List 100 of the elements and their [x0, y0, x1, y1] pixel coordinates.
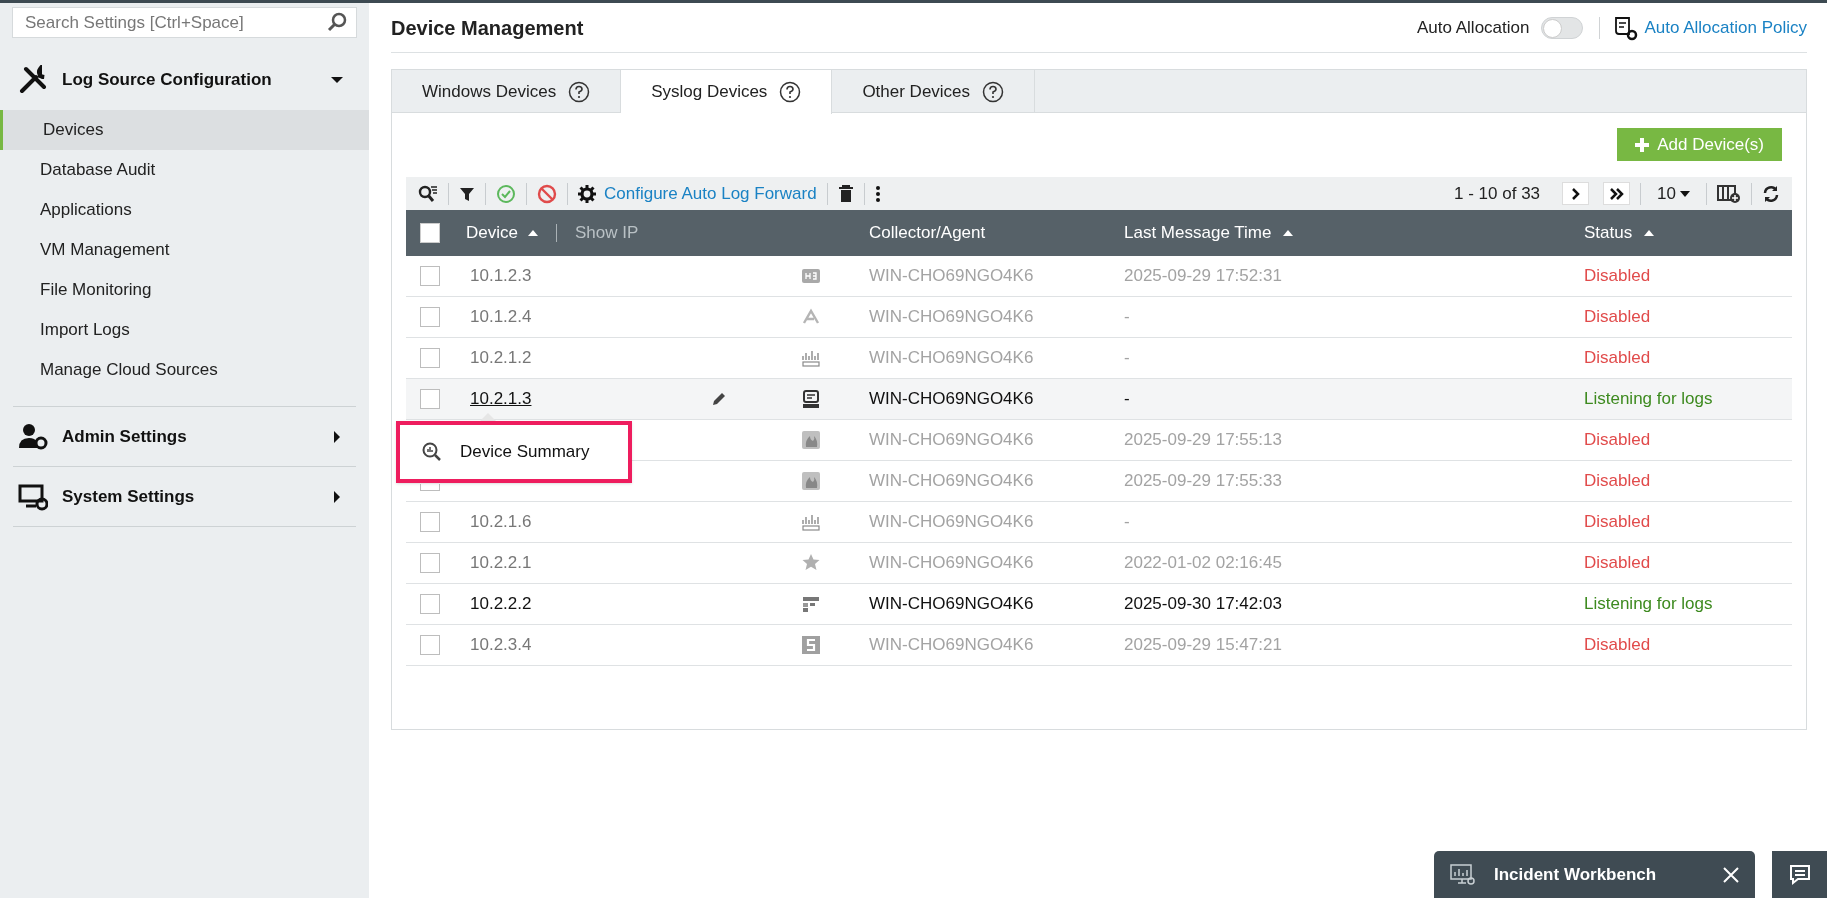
- vendor-logo-icon: [801, 389, 821, 409]
- block-icon[interactable]: [537, 183, 557, 204]
- user-gear-icon: [18, 421, 48, 452]
- device-link[interactable]: 10.1.2.4: [470, 307, 532, 327]
- check-circle-icon[interactable]: [496, 183, 516, 204]
- monitor-chart-icon: [1450, 862, 1476, 887]
- row-checkbox[interactable]: [420, 307, 440, 327]
- gear-icon: [578, 184, 596, 203]
- auto-allocation-policy-link[interactable]: Auto Allocation Policy: [1612, 14, 1807, 41]
- row-checkbox[interactable]: [420, 635, 440, 655]
- collector-cell: WIN-CHO69NGO4K6: [869, 266, 1034, 286]
- auto-allocation-label: Auto Allocation: [1417, 16, 1530, 39]
- more-icon[interactable]: [874, 184, 881, 203]
- last-message-cell: 2022-01-02 02:16:45: [1124, 553, 1282, 573]
- chevron-right-icon: [1570, 187, 1581, 200]
- vendor-logo-icon: [801, 512, 821, 532]
- collector-cell: WIN-CHO69NGO4K6: [869, 512, 1034, 532]
- device-link[interactable]: 10.2.2.2: [470, 594, 532, 614]
- chat-icon: [1787, 862, 1812, 887]
- sort-up-icon: [1283, 230, 1294, 236]
- page-title: Device Management: [391, 15, 585, 41]
- device-column-header[interactable]: Device: [466, 220, 538, 246]
- sidebar-item[interactable]: Manage Cloud Sources: [0, 350, 369, 390]
- collector-cell: WIN-CHO69NGO4K6: [869, 635, 1034, 655]
- filter-icon[interactable]: [459, 185, 475, 202]
- status-cell: Disabled: [1584, 266, 1651, 286]
- status-cell: Disabled: [1584, 512, 1651, 532]
- sidebar-section-header[interactable]: System Settings: [13, 466, 356, 526]
- last-message-cell: -: [1124, 389, 1130, 409]
- magnifier-chart-icon: [422, 442, 442, 462]
- vendor-logo-icon: [801, 266, 821, 286]
- pagination-range: 1 - 10 of 33: [1454, 182, 1541, 205]
- device-link[interactable]: 10.2.3.4: [470, 635, 532, 655]
- page-size-dropdown[interactable]: 10: [1651, 180, 1696, 207]
- auto-allocation-toggle[interactable]: [1541, 16, 1584, 39]
- sort-up-icon: [527, 230, 538, 236]
- pencil-icon[interactable]: [711, 391, 727, 407]
- close-icon[interactable]: [1723, 866, 1739, 883]
- last-message-cell: 2025-09-29 15:47:21: [1124, 635, 1282, 655]
- caret-down-icon: [1680, 190, 1690, 197]
- sidebar-item[interactable]: Devices: [0, 110, 369, 150]
- column-header[interactable]: Status: [1584, 220, 1655, 246]
- search-field[interactable]: Search Settings [Ctrl+Space]: [12, 7, 357, 38]
- vendor-logo-icon: [801, 348, 821, 368]
- status-cell: Disabled: [1584, 430, 1651, 450]
- status-cell: Disabled: [1584, 635, 1651, 655]
- vendor-logo-icon: [801, 471, 821, 491]
- status-cell: Disabled: [1584, 307, 1651, 327]
- help-icon: [982, 80, 1005, 103]
- device-link[interactable]: 10.2.1.3: [470, 389, 532, 409]
- collector-cell: WIN-CHO69NGO4K6: [869, 430, 1034, 450]
- sidebar-section-header[interactable]: Log Source Configuration: [0, 50, 369, 110]
- configure-auto-log-forward-link[interactable]: Configure Auto Log Forward: [578, 180, 817, 207]
- row-checkbox[interactable]: [420, 594, 440, 614]
- status-cell: Listening for logs: [1584, 594, 1713, 614]
- collector-cell: WIN-CHO69NGO4K6: [869, 348, 1034, 368]
- device-link[interactable]: 10.2.2.1: [470, 553, 532, 573]
- row-checkbox[interactable]: [420, 389, 440, 409]
- chat-button[interactable]: [1772, 851, 1827, 898]
- status-cell: Disabled: [1584, 553, 1651, 573]
- trash-icon[interactable]: [837, 184, 854, 203]
- device-link[interactable]: 10.2.1.6: [470, 512, 532, 532]
- row-checkbox[interactable]: [420, 266, 440, 286]
- collector-cell: WIN-CHO69NGO4K6: [869, 307, 1034, 327]
- device-link[interactable]: 10.1.2.3: [470, 266, 532, 286]
- last-page-button[interactable]: [1603, 182, 1631, 205]
- column-header[interactable]: Last Message Time: [1124, 220, 1294, 246]
- search-icon[interactable]: [327, 12, 347, 32]
- sidebar-item[interactable]: Database Audit: [0, 150, 369, 190]
- select-all-checkbox[interactable]: [420, 223, 440, 243]
- row-checkbox[interactable]: [420, 553, 440, 573]
- last-message-cell: 2025-09-29 17:52:31: [1124, 266, 1282, 286]
- row-checkbox[interactable]: [420, 512, 440, 532]
- show-ip-link[interactable]: Show IP: [574, 220, 639, 246]
- last-message-cell: -: [1124, 348, 1130, 368]
- scroll-gear-icon: [1612, 14, 1639, 41]
- status-cell: Disabled: [1584, 471, 1651, 491]
- device-summary-menu-item[interactable]: Device Summary: [396, 421, 632, 483]
- tab[interactable]: Other Devices: [832, 70, 1036, 113]
- refresh-icon[interactable]: [1762, 184, 1780, 203]
- vendor-logo-icon: [801, 430, 821, 450]
- sidebar-item[interactable]: Import Logs: [0, 310, 369, 350]
- plus-icon: [1635, 137, 1650, 152]
- collector-cell: WIN-CHO69NGO4K6: [869, 389, 1034, 409]
- sidebar-item[interactable]: Applications: [0, 190, 369, 230]
- sidebar-item[interactable]: File Monitoring: [0, 270, 369, 310]
- add-column-icon[interactable]: [1717, 183, 1741, 204]
- sidebar-item[interactable]: VM Management: [0, 230, 369, 270]
- sort-up-icon: [1644, 230, 1655, 236]
- tab[interactable]: Syslog Devices: [621, 70, 833, 114]
- search-filter-icon[interactable]: [418, 183, 438, 204]
- device-link[interactable]: 10.2.1.2: [470, 348, 532, 368]
- tools-icon: [18, 65, 48, 95]
- double-chevron-right-icon: [1609, 187, 1624, 200]
- incident-workbench-bar[interactable]: Incident Workbench: [1434, 851, 1755, 898]
- sidebar-section-header[interactable]: Admin Settings: [13, 406, 356, 466]
- row-checkbox[interactable]: [420, 484, 440, 491]
- last-message-cell: 2025-09-29 17:55:13: [1124, 430, 1282, 450]
- next-page-button[interactable]: [1562, 182, 1590, 205]
- row-checkbox[interactable]: [420, 348, 440, 368]
